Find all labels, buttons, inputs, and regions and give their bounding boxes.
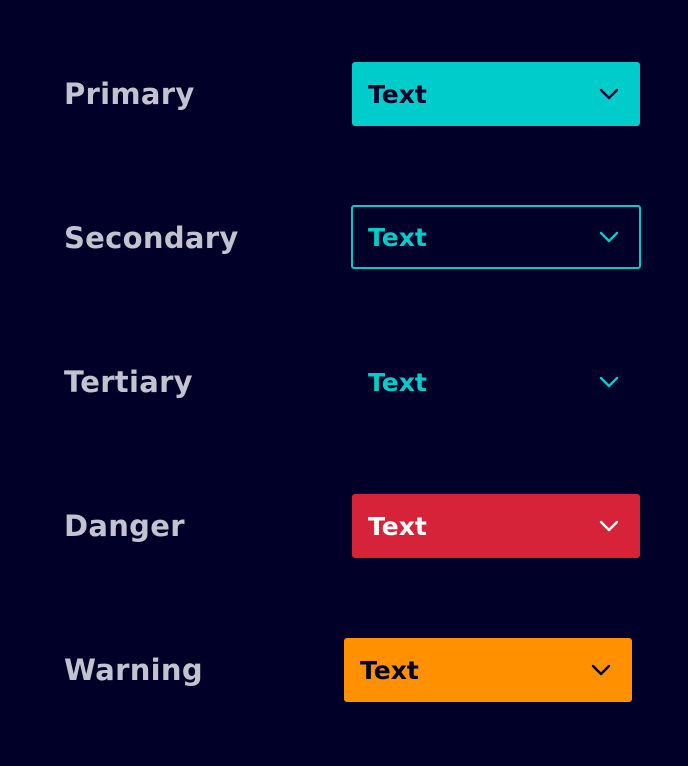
warning-dropdown-button[interactable]: Text [344,638,632,702]
secondary-dropdown-text: Text [368,222,427,252]
chevron-down-icon [598,519,620,533]
secondary-label: Secondary [64,221,239,255]
chevron-down-icon [598,87,620,101]
tertiary-dropdown-button[interactable]: Text [352,350,640,414]
primary-dropdown-text: Text [368,79,427,109]
primary-dropdown-button[interactable]: Text [352,62,640,126]
warning-label: Warning [64,653,203,687]
tertiary-dropdown-text: Text [368,367,427,397]
chevron-down-icon [590,663,612,677]
danger-label: Danger [64,509,185,543]
chevron-down-icon [598,230,620,244]
warning-dropdown-text: Text [360,655,419,685]
danger-dropdown-button[interactable]: Text [352,494,640,558]
danger-dropdown-text: Text [368,511,427,541]
primary-label: Primary [64,77,195,111]
tertiary-label: Tertiary [64,365,193,399]
chevron-down-icon [598,375,620,389]
secondary-dropdown-button[interactable]: Text [351,205,641,269]
